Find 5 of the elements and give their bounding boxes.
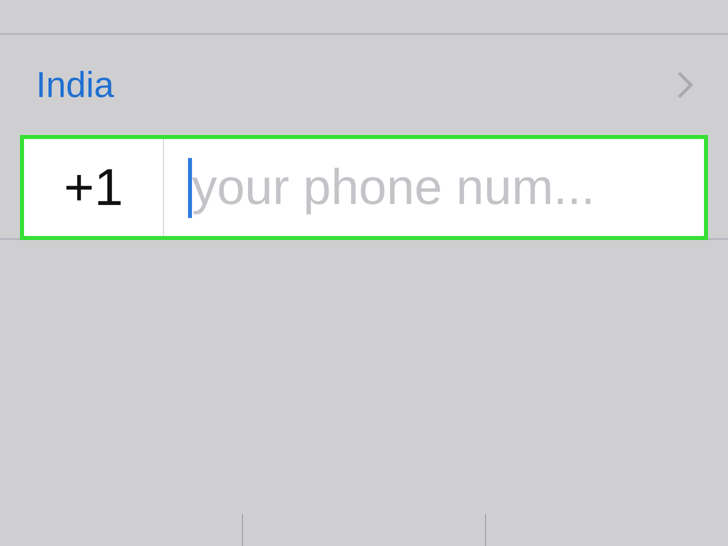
chevron-icon	[676, 70, 694, 100]
country-code: +1	[24, 139, 164, 236]
country-label: India	[36, 63, 114, 107]
phone-field[interactable]: +1 your phone num...	[20, 135, 708, 240]
phone-input[interactable]: your phone num...	[192, 150, 704, 225]
